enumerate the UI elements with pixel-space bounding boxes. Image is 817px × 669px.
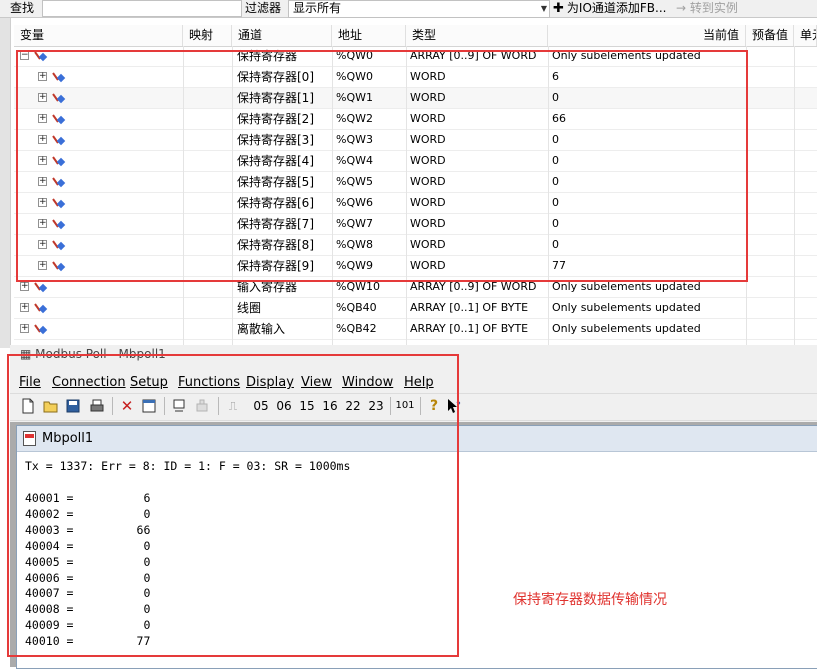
address-cell: %QB40 xyxy=(336,301,377,314)
highlight-box-holding-registers xyxy=(16,50,748,282)
table-header: 变量 映射 通道 地址 类型 当前值 预备值 单元 xyxy=(14,25,817,47)
expand-icon[interactable]: + xyxy=(20,303,29,312)
left-panel-edge xyxy=(0,18,11,348)
channel-cell: 离散输入 xyxy=(237,322,286,336)
add-fb-label: 为IO通道添加FB... xyxy=(566,1,667,15)
address-cell: %QB42 xyxy=(336,322,377,335)
arrow-right-icon: → xyxy=(676,1,687,15)
type-cell: ARRAY [0..1] OF BYTE xyxy=(410,301,529,314)
column-header-address[interactable]: 地址 xyxy=(332,25,406,46)
goto-instance-button[interactable]: → 转到实例 xyxy=(676,0,738,17)
add-fb-button[interactable]: ✚ 为IO通道添加FB... xyxy=(553,0,666,17)
dropdown-arrow-icon: ▼ xyxy=(540,4,547,13)
goto-instance-label: 转到实例 xyxy=(689,1,738,15)
column-divider xyxy=(794,46,795,347)
table-row[interactable]: + 离散输入 %QB42 ARRAY [0..1] OF BYTE Only subel… xyxy=(14,319,817,340)
column-header-mapping[interactable]: 映射 xyxy=(183,25,232,46)
filter-toolbar: 查找 过滤器 显示所有 ▼ ✚ 为IO通道添加FB... → 转到实例 xyxy=(0,0,817,18)
variable-icon xyxy=(34,303,48,314)
channel-cell: 线圈 xyxy=(237,301,262,315)
variable-icon xyxy=(34,282,48,293)
expand-icon[interactable]: + xyxy=(20,282,29,291)
filter-select[interactable]: 显示所有 ▼ xyxy=(288,0,550,18)
highlight-box-modbus-poll xyxy=(7,354,459,657)
type-cell: ARRAY [0..1] OF BYTE xyxy=(410,322,529,335)
current-value-cell: Only subelements updated xyxy=(552,322,701,335)
column-header-type[interactable]: 类型 xyxy=(406,25,548,46)
current-value-cell: Only subelements updated xyxy=(552,301,701,314)
table-row[interactable]: + 线圈 %QB40 ARRAY [0..1] OF BYTE Only subelem… xyxy=(14,298,817,319)
plus-icon: ✚ xyxy=(553,1,564,16)
find-input[interactable] xyxy=(42,0,242,17)
find-label: 查找 xyxy=(10,1,35,15)
expand-icon[interactable]: + xyxy=(20,324,29,333)
filter-label: 过滤器 xyxy=(245,1,282,15)
filter-selected-value: 显示所有 xyxy=(293,1,342,15)
column-header-current-value[interactable]: 当前值 xyxy=(548,25,746,46)
column-header-channel[interactable]: 通道 xyxy=(232,25,332,46)
variable-icon xyxy=(34,324,48,335)
column-header-variable[interactable]: 变量 xyxy=(14,25,183,46)
column-header-unit[interactable]: 单元 xyxy=(794,25,817,46)
annotation-text: 保持寄存器数据传输情况 xyxy=(513,592,667,608)
column-header-prepared-value[interactable]: 预备值 xyxy=(746,25,794,46)
